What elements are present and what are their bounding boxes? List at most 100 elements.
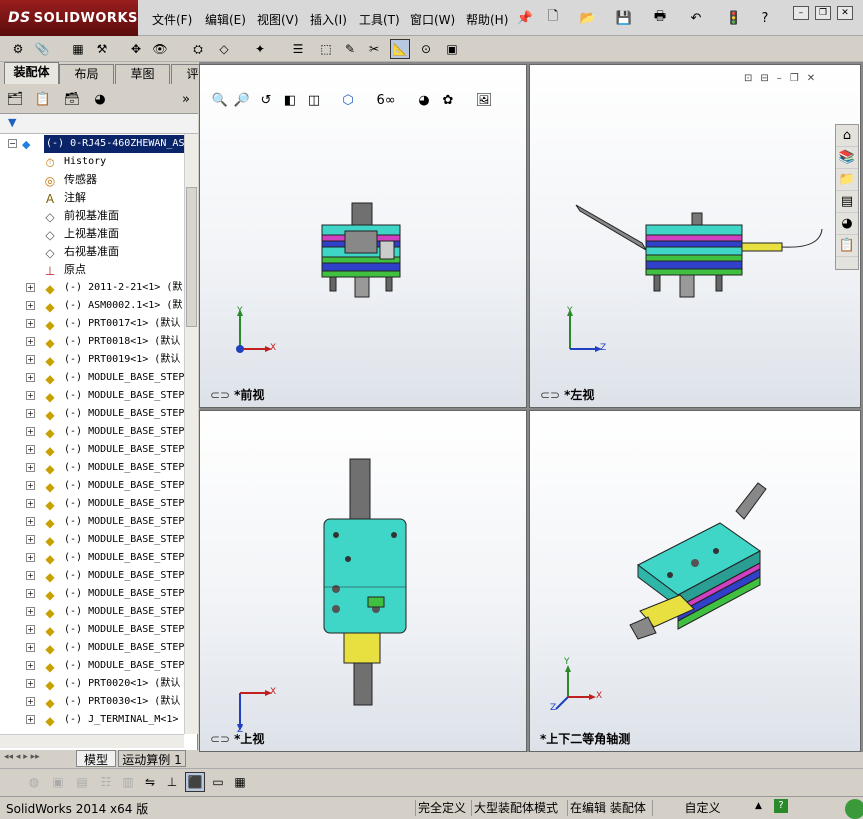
tree-item[interactable]: + ◆ (-) MODULE_BASE_STEP bbox=[0, 369, 184, 387]
feature-tree-icon[interactable]: 🗂 bbox=[5, 89, 25, 109]
menu-insert[interactable]: 插入(I) bbox=[310, 11, 347, 28]
expand-icon[interactable]: + bbox=[26, 643, 35, 652]
new-document-icon[interactable]: 🗋 bbox=[543, 8, 563, 28]
expand-icon[interactable]: + bbox=[26, 625, 35, 634]
tree-item[interactable]: + ◆ (-) PRT0030<1> (默认 bbox=[0, 693, 184, 711]
tab-assembly[interactable]: 装配体 bbox=[4, 62, 59, 84]
tree-item[interactable]: A 注解 bbox=[0, 189, 184, 207]
show-hidden-icon[interactable]: 👁 bbox=[150, 39, 170, 59]
section-view-icon[interactable]: ◧ bbox=[280, 90, 300, 110]
mate-icon[interactable]: 📎 bbox=[32, 39, 52, 59]
expand-icon[interactable]: + bbox=[26, 337, 35, 346]
instant3d-icon[interactable]: ▣ bbox=[442, 39, 462, 59]
hidden-removed-icon[interactable]: ▥ bbox=[118, 772, 138, 792]
design-library-icon[interactable]: 📚 bbox=[836, 147, 858, 169]
menu-edit[interactable]: 编辑(E) bbox=[205, 11, 246, 28]
help-status-icon[interactable]: ? bbox=[774, 799, 788, 813]
dynamic-annotation-icon[interactable]: ◫ bbox=[304, 90, 324, 110]
minimize-icon[interactable]: – bbox=[793, 6, 809, 20]
insert-component-icon[interactable]: ⚙ bbox=[8, 39, 28, 59]
collapse-icon[interactable]: − bbox=[8, 139, 17, 148]
move-component-icon[interactable]: ✥ bbox=[126, 39, 146, 59]
assembly-features-icon[interactable]: ⛭ bbox=[188, 39, 208, 59]
undo-icon[interactable]: ↶ bbox=[686, 8, 706, 28]
link-views-icon[interactable]: ⊂⊃ bbox=[210, 732, 230, 746]
link-views-icon[interactable]: ⊂⊃ bbox=[210, 388, 230, 402]
expand-icon[interactable]: + bbox=[26, 517, 35, 526]
viewport-top[interactable]: X Z ⊂⊃ *上视 bbox=[199, 410, 527, 752]
print-icon[interactable]: 🖶 bbox=[650, 8, 670, 28]
viewport-isometric[interactable]: Y X Z *上下二等角轴测 bbox=[529, 410, 861, 752]
interference-detection-icon[interactable]: ✂ bbox=[364, 39, 384, 59]
tree-item[interactable]: ◇ 前视基准面 bbox=[0, 207, 184, 225]
tree-item[interactable]: + ◆ (-) MODULE_BASE_STEP bbox=[0, 657, 184, 675]
display-style-icon[interactable]: 6∞ bbox=[376, 90, 396, 110]
filter-icon[interactable]: ▼ bbox=[8, 116, 16, 129]
scroll-thumb[interactable] bbox=[186, 187, 197, 327]
tree-item[interactable]: + ◆ (-) MODULE_BASE_STEP bbox=[0, 531, 184, 549]
perspective-icon[interactable]: ⇋ bbox=[140, 772, 160, 792]
clearance-verification-icon[interactable]: 📐 bbox=[390, 39, 410, 59]
pin-icon[interactable]: 📌 bbox=[515, 8, 535, 28]
expand-icon[interactable]: + bbox=[26, 481, 35, 490]
edit-appearance-icon[interactable]: ✿ bbox=[438, 90, 458, 110]
expand-icon[interactable]: + bbox=[26, 301, 35, 310]
expand-icon[interactable]: + bbox=[26, 715, 35, 724]
tree-item[interactable]: + ◆ (-) PRT0020<1> (默认 bbox=[0, 675, 184, 693]
explode-line-sketch-icon[interactable]: ✎ bbox=[340, 39, 360, 59]
hidden-lines-icon[interactable]: ☷ bbox=[96, 772, 116, 792]
tree-item[interactable]: ⏱ History bbox=[0, 153, 184, 171]
expand-icon[interactable]: + bbox=[26, 553, 35, 562]
viewport-left[interactable]: Y Z ⊂⊃ *左视 ⊡ ⊟ – ❐ ✕ bbox=[529, 64, 861, 408]
tree-item[interactable]: ◇ 右视基准面 bbox=[0, 243, 184, 261]
tree-root[interactable]: − ◆ (-) 0-RJ45-460ZHEWAN_AS bbox=[0, 135, 184, 153]
wireframe-icon[interactable]: ▤ bbox=[72, 772, 92, 792]
expand-icon[interactable]: + bbox=[26, 535, 35, 544]
save-icon[interactable]: 💾 bbox=[614, 8, 634, 28]
open-folder-icon[interactable]: 📂 bbox=[578, 8, 598, 28]
expand-icon[interactable]: + bbox=[26, 427, 35, 436]
view-palette-icon[interactable]: ▤ bbox=[836, 191, 858, 213]
viewport-split-icon[interactable]: ⊟ bbox=[760, 73, 768, 84]
expand-icon[interactable]: + bbox=[26, 661, 35, 670]
apply-scene-icon[interactable]: 🖼 bbox=[474, 90, 494, 110]
zoom-to-fit-icon[interactable]: 🔍 bbox=[210, 90, 230, 110]
tree-item[interactable]: + ◆ (-) PRT0017<1> (默认 bbox=[0, 315, 184, 333]
two-view-icon[interactable]: ▭ bbox=[208, 772, 228, 792]
expand-icon[interactable]: + bbox=[26, 445, 35, 454]
expand-icon[interactable]: + bbox=[26, 679, 35, 688]
single-view-icon[interactable]: ▦ bbox=[230, 772, 250, 792]
tree-item[interactable]: ◇ 上视基准面 bbox=[0, 225, 184, 243]
exploded-view-icon[interactable]: ⬚ bbox=[316, 39, 336, 59]
tree-item[interactable]: + ◆ (-) PRT0019<1> (默认 bbox=[0, 351, 184, 369]
tree-item[interactable]: + ◆ (-) MODULE_BASE_STEP bbox=[0, 567, 184, 585]
tree-item[interactable]: ◎ 传感器 bbox=[0, 171, 184, 189]
menu-view[interactable]: 视图(V) bbox=[257, 11, 299, 28]
tree-item[interactable]: ⊥ 原点 bbox=[0, 261, 184, 279]
expand-icon[interactable]: + bbox=[26, 319, 35, 328]
expand-icon[interactable]: + bbox=[26, 391, 35, 400]
expand-icon[interactable]: + bbox=[26, 409, 35, 418]
units-status[interactable]: 自定义 bbox=[652, 800, 752, 816]
home-icon[interactable]: ⌂ bbox=[836, 125, 858, 147]
viewport-link-icon[interactable]: ⊡ bbox=[744, 73, 752, 84]
restore-icon[interactable]: ❐ bbox=[815, 6, 831, 20]
property-manager-icon[interactable]: 📋 bbox=[33, 89, 53, 109]
expand-icon[interactable]: + bbox=[26, 697, 35, 706]
link-views-icon[interactable]: ⊂⊃ bbox=[540, 388, 560, 402]
tree-item[interactable]: + ◆ (-) MODULE_BASE_STEP bbox=[0, 585, 184, 603]
help-icon[interactable]: ? bbox=[755, 8, 775, 28]
linear-pattern-icon[interactable]: ▦ bbox=[68, 39, 88, 59]
new-motion-study-icon[interactable]: ✦ bbox=[250, 39, 270, 59]
tree-item[interactable]: + ◆ (-) MODULE_BASE_STEP bbox=[0, 423, 184, 441]
tree-item[interactable]: + ◆ (-) MODULE_BASE_STEP bbox=[0, 603, 184, 621]
expand-icon[interactable]: + bbox=[26, 373, 35, 382]
previous-view-icon[interactable]: ↺ bbox=[256, 90, 276, 110]
bill-of-materials-icon[interactable]: ☰ bbox=[288, 39, 308, 59]
appearances-icon[interactable]: ◕ bbox=[836, 213, 858, 235]
section-view-icon[interactable]: ◍ bbox=[24, 772, 44, 792]
solidworks-logo[interactable]: DS SOLIDWORKS bbox=[0, 0, 138, 36]
expand-icon[interactable]: + bbox=[26, 283, 35, 292]
expand-icon[interactable]: + bbox=[26, 589, 35, 598]
menu-file[interactable]: 文件(F) bbox=[152, 11, 192, 28]
